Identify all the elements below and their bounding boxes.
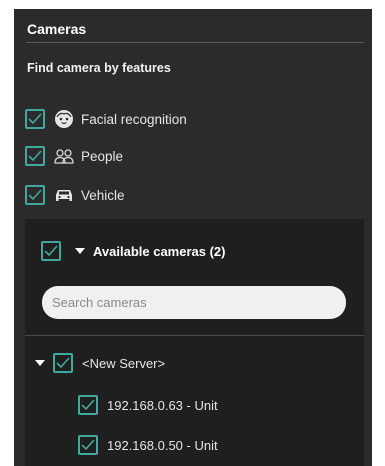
checkmark-icon bbox=[81, 399, 95, 411]
tree-item-unit[interactable]: 192.168.0.50 - Unit bbox=[78, 435, 218, 455]
panel-title: Cameras bbox=[27, 21, 87, 37]
title-divider bbox=[26, 42, 364, 43]
collapse-caret-icon[interactable] bbox=[75, 248, 85, 254]
checkmark-icon bbox=[56, 357, 70, 369]
facial-recognition-checkbox[interactable] bbox=[25, 109, 45, 129]
feature-row-facial-recognition[interactable]: Facial recognition bbox=[25, 106, 345, 132]
tree-item-new-server[interactable]: <New Server> bbox=[35, 353, 165, 373]
vehicle-checkbox[interactable] bbox=[25, 185, 45, 205]
unit-checkbox[interactable] bbox=[78, 435, 98, 455]
available-cameras-section: Available cameras (2) <New Server> 192.1… bbox=[25, 219, 364, 466]
feature-row-vehicle[interactable]: Vehicle bbox=[25, 182, 345, 208]
find-by-features-label: Find camera by features bbox=[27, 61, 171, 75]
available-cameras-label: Available cameras (2) bbox=[93, 243, 226, 259]
search-cameras-input[interactable] bbox=[42, 286, 346, 319]
tree-item-unit[interactable]: 192.168.0.63 - Unit bbox=[78, 395, 218, 415]
available-cameras-checkbox[interactable] bbox=[41, 241, 61, 261]
cameras-panel: Cameras Find camera by features Facial r… bbox=[14, 9, 372, 466]
unit-checkbox[interactable] bbox=[78, 395, 98, 415]
feature-label-facial-recognition: Facial recognition bbox=[81, 111, 187, 127]
car-icon bbox=[53, 184, 75, 206]
people-checkbox[interactable] bbox=[25, 146, 45, 166]
people-icon bbox=[53, 145, 75, 167]
expand-caret-icon[interactable] bbox=[35, 360, 45, 366]
feature-label-vehicle: Vehicle bbox=[81, 187, 125, 203]
section-divider bbox=[25, 335, 364, 336]
checkmark-icon bbox=[28, 113, 42, 125]
face-icon bbox=[53, 108, 75, 130]
tree-label-unit: 192.168.0.63 - Unit bbox=[107, 397, 218, 413]
feature-label-people: People bbox=[81, 148, 124, 164]
checkmark-icon bbox=[44, 245, 58, 257]
checkmark-icon bbox=[81, 439, 95, 451]
feature-row-people[interactable]: People bbox=[25, 143, 345, 169]
new-server-checkbox[interactable] bbox=[53, 353, 73, 373]
tree-label-unit: 192.168.0.50 - Unit bbox=[107, 437, 218, 453]
available-cameras-header[interactable]: Available cameras (2) bbox=[41, 241, 225, 261]
tree-label-new-server: <New Server> bbox=[82, 355, 166, 371]
checkmark-icon bbox=[28, 150, 42, 162]
checkmark-icon bbox=[28, 189, 42, 201]
